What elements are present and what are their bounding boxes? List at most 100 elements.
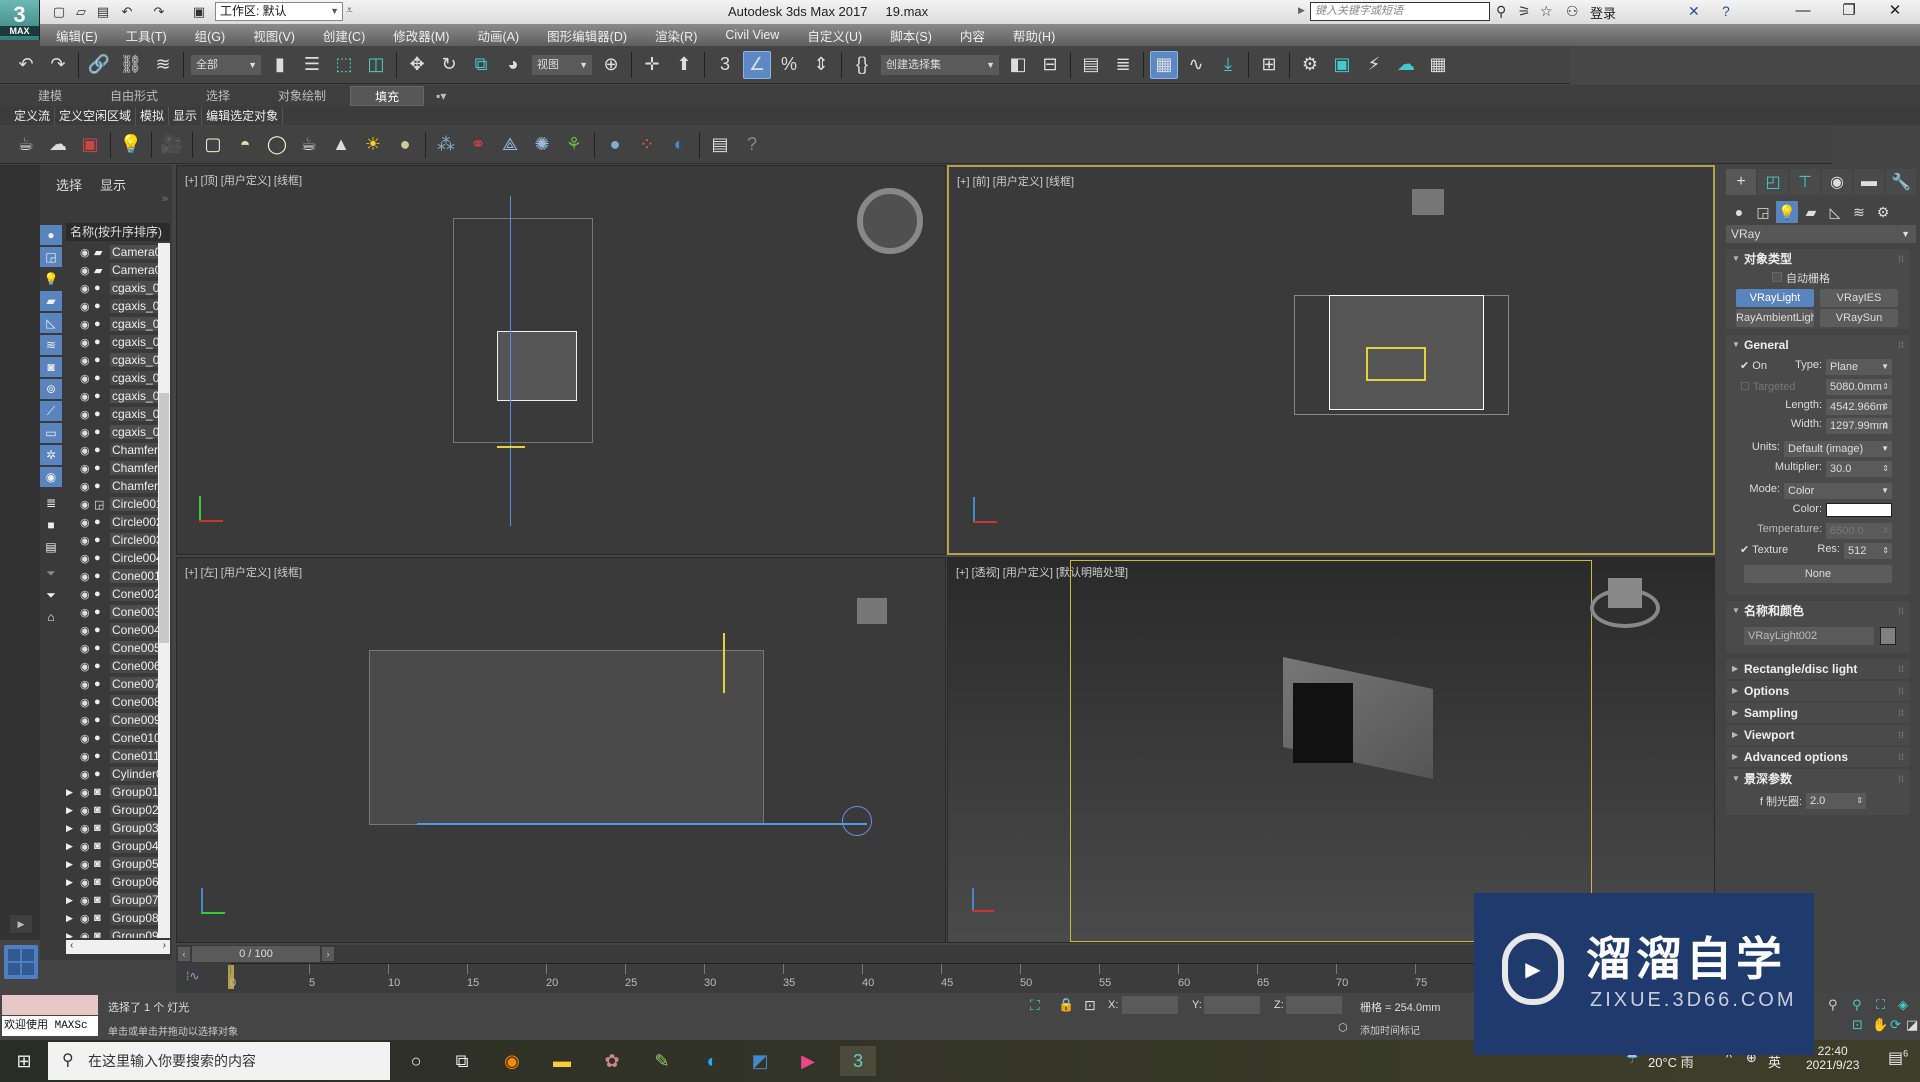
edit-selected-button[interactable]: 编辑选定对象 [202, 106, 284, 125]
autogrid-checkbox[interactable] [1772, 272, 1782, 282]
vray-plane-icon[interactable]: ⟁ [496, 131, 524, 159]
motion-tab-icon[interactable]: ◉ [1822, 169, 1852, 195]
visibility-eye-icon[interactable]: ◉ [80, 912, 94, 925]
object-color-swatch[interactable] [1880, 627, 1896, 645]
teapot-icon[interactable]: ☕ [12, 131, 40, 159]
scene-list-item[interactable]: ◉● cgaxis_09 [66, 423, 158, 441]
scene-list-item[interactable]: ◉● cgaxis_06 [66, 369, 158, 387]
visibility-eye-icon[interactable]: ◉ [80, 606, 94, 619]
rollout-header[interactable]: ▶ Options ⁞⁞ [1726, 681, 1910, 701]
helpers-icon[interactable]: ◺ [1824, 201, 1846, 223]
vray-camera-icon[interactable]: 🎥 [158, 131, 186, 159]
rotate-icon[interactable]: ↻ [435, 51, 463, 79]
spacewarps-icon[interactable]: ≋ [1848, 201, 1870, 223]
simulate-button[interactable]: 模拟 [136, 106, 170, 125]
reference-coord-dropdown[interactable]: 视图 ▼ [532, 54, 592, 75]
scene-list-item[interactable]: ◉ ● Cone006 [66, 657, 158, 675]
cameras-icon[interactable]: ▰ [1800, 201, 1822, 223]
scene-list-item[interactable]: ◉ ● Circle004 [66, 549, 158, 567]
edge-icon[interactable]: ◐ [694, 1046, 730, 1076]
geometry-icon[interactable]: ● [1728, 201, 1750, 223]
select-invert-icon[interactable]: ▤ [40, 537, 62, 557]
perspective-label-view[interactable]: [+] [透视] [用户定义] [956, 567, 1056, 579]
vrayies-button[interactable]: VRayIES [1820, 289, 1898, 307]
filter-lights-icon[interactable]: 💡 [40, 269, 62, 289]
mirror-icon[interactable]: ◧ [1004, 51, 1032, 79]
visibility-eye-icon[interactable]: ◉ [80, 786, 94, 799]
multiplier-spinner[interactable]: 30.0 ⇕ [1826, 461, 1892, 477]
vray-mesh-light-icon[interactable]: ☕ [295, 131, 323, 159]
expand-arrow-icon[interactable]: ▶ [66, 823, 76, 834]
visibility-eye-icon[interactable]: ◉ [80, 336, 94, 349]
vray-dome-light-icon[interactable]: ◓ [231, 131, 259, 159]
expand-arrow-icon[interactable]: ▶ [66, 841, 76, 852]
minimize-button[interactable]: — [1780, 0, 1826, 24]
expand-arrow-icon[interactable]: ▶ [66, 859, 76, 870]
material-converter-icon[interactable]: ⁘ [633, 131, 661, 159]
visibility-eye-icon[interactable]: ◉ [80, 804, 94, 817]
vray-ies-icon[interactable]: ▲ [327, 131, 355, 159]
scene-horizontal-scrollbar[interactable]: ‹ › [66, 940, 170, 954]
display-button[interactable]: 显示 [169, 106, 203, 125]
angle-snap-icon[interactable]: ∠ [743, 50, 771, 79]
scene-list-item[interactable]: ▶ ◉ ◙ Group05 [66, 855, 158, 873]
zoom-region-icon[interactable]: ⊡ [1852, 1017, 1863, 1033]
scene-list-item[interactable]: ◉ ● Circle002 [66, 513, 158, 531]
drag-handle-icon[interactable]: ⁞⁞ [1898, 249, 1904, 269]
customize-quick-access-icon[interactable]: ⩡ [346, 3, 353, 18]
ribbon-tab-object-paint[interactable]: 对象绘制 [254, 86, 350, 106]
scene-list-item[interactable]: ◉ ● Cone001 [66, 567, 158, 585]
menu-graph-editors[interactable]: 图形编辑器(D) [533, 26, 641, 45]
rollout-header[interactable]: ▼ 对象类型 ⁞⁞ [1726, 249, 1910, 269]
redo-icon[interactable]: ↷ [150, 3, 168, 21]
login-button[interactable]: 登录 [1590, 3, 1616, 22]
undo-icon[interactable]: ↶ [118, 3, 136, 21]
viewcube[interactable] [1412, 189, 1444, 215]
spinner-snap-icon[interactable]: ⇕ [807, 51, 835, 79]
vrayambientlight-button[interactable]: RayAmbientLigh [1736, 309, 1814, 327]
time-slider-thumb[interactable]: 0 / 100 [192, 946, 320, 962]
visibility-eye-icon[interactable]: ◉ [80, 822, 94, 835]
project-icon[interactable]: ▣ [190, 3, 208, 21]
vray-sphere-light-icon[interactable]: ◯ [263, 131, 291, 159]
scene-explorer-icon[interactable]: ▤ [1077, 51, 1105, 79]
vray-sun-icon[interactable]: ☀ [359, 131, 387, 159]
cloud-icon[interactable]: ☁ [44, 131, 72, 159]
viewcube[interactable] [857, 598, 887, 624]
filter-cameras-icon[interactable]: ▰ [40, 291, 62, 311]
scene-list-item[interactable]: ▶ ◉ ◙ Group09 [66, 927, 158, 938]
filter-bones-icon[interactable]: ⟋ [40, 401, 62, 421]
drag-handle-icon[interactable]: ⁞⁞ [1898, 659, 1904, 679]
scene-list-item[interactable]: ◉▰ Camera002 [66, 261, 158, 279]
scene-list-item[interactable]: ◉ ● Cone002 [66, 585, 158, 603]
maxscript-input[interactable]: 欢迎使用 MAXSc [2, 1016, 98, 1036]
menu-group[interactable]: 组(G) [181, 26, 240, 45]
visibility-eye-icon[interactable]: ◉ [80, 570, 94, 583]
menu-civil-view[interactable]: Civil View [711, 28, 793, 42]
favorites-star-icon[interactable]: ☆ [1540, 3, 1553, 20]
scene-column-header[interactable]: 名称(按升序排序) [66, 223, 170, 241]
vray-object-properties-icon[interactable]: ◐ [665, 131, 693, 159]
scale-icon[interactable]: ⧉ [467, 51, 495, 79]
clock[interactable]: 22:40 2021/9/23 [1806, 1044, 1859, 1072]
layer-explorer-icon[interactable]: ≣ [1109, 51, 1137, 79]
visibility-eye-icon[interactable]: ◉ [80, 750, 94, 763]
light-category-dropdown[interactable]: VRay ▼ [1726, 225, 1916, 243]
vray-material-icon[interactable]: ● [601, 131, 629, 159]
save-icon[interactable]: ▤ [94, 3, 112, 21]
paint-icon[interactable]: ✎ [644, 1046, 680, 1076]
render-gallery-icon[interactable]: ▦ [1424, 51, 1452, 79]
visibility-eye-icon[interactable]: ◉ [80, 444, 94, 457]
video-recorder-icon[interactable]: ▶ [790, 1046, 826, 1076]
pan-icon[interactable]: ✋ [1872, 1017, 1888, 1033]
visibility-eye-icon[interactable]: ◉ [80, 246, 94, 259]
scene-list-item[interactable]: ▶ ◉ ◙ Group01 [66, 783, 158, 801]
scene-list-item[interactable]: ◉ ◲ Circle001 [66, 495, 158, 513]
help-search-input[interactable]: 键入关键字或短语 [1310, 2, 1490, 21]
viewcube-compass[interactable] [857, 188, 923, 254]
container-icon[interactable]: ⌂ [40, 607, 62, 627]
select-all-icon[interactable]: ■ [40, 515, 62, 535]
lights-icon[interactable]: 💡 [1776, 201, 1798, 223]
visibility-eye-icon[interactable]: ◉ [80, 354, 94, 367]
expand-arrow-icon[interactable]: ▶ [66, 913, 76, 924]
